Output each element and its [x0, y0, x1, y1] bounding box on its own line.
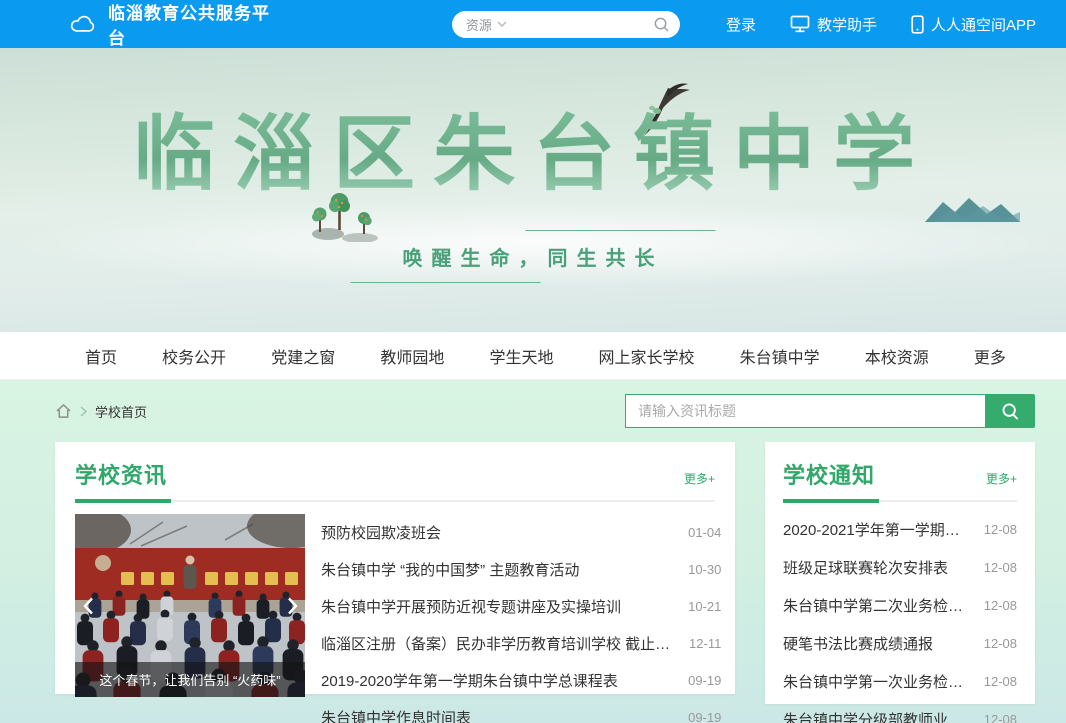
notices-list: 2020-2021学年第一学期足球 12-08 班级足球联赛轮次安排表 12-0…	[783, 502, 1017, 723]
cloud-icon	[68, 13, 98, 35]
main-navigation: 首页 校务公开 党建之窗 教师园地 学生天地 网上家长学校 朱台镇中学 本校资源…	[0, 332, 1066, 380]
home-icon[interactable]	[55, 403, 72, 419]
news-list-item[interactable]: 2019-2020学年第一学期朱台镇中学总课程表 09-19	[321, 662, 721, 699]
nav-item-zhutai-middle-school[interactable]: 朱台镇中学	[740, 344, 820, 368]
topbar-links: 登录 教学助手 人人通空间APP	[726, 14, 1036, 35]
news-item-title: 临淄区注册（备案）民办非学历教育培训学校 截止2019	[321, 633, 675, 654]
info-search-input[interactable]	[625, 394, 985, 428]
news-item-date: 09-19	[688, 673, 721, 688]
notice-list-item[interactable]: 班级足球联赛轮次安排表 12-08	[783, 548, 1017, 586]
notices-section-title: 学校通知	[783, 458, 875, 490]
news-more-link[interactable]: 更多+	[684, 470, 715, 490]
nav-item-school-resources[interactable]: 本校资源	[865, 344, 929, 368]
slogan-block: 唤醒生命，同生共长	[397, 230, 670, 283]
carousel-next-button[interactable]	[283, 592, 301, 620]
notices-more-link[interactable]: 更多+	[986, 470, 1017, 490]
news-item-date: 09-19	[688, 710, 721, 723]
smartphone-icon	[911, 15, 924, 34]
notice-item-date: 12-08	[984, 712, 1017, 723]
news-section-title: 学校资讯	[75, 458, 167, 490]
notice-item-title: 朱台镇中学第一次业务检查的	[783, 671, 970, 692]
news-carousel[interactable]: 这个春节，让我们告别 “火药味”	[75, 514, 305, 697]
page: 临淄教育公共服务平台 资源 登录 教学助手	[0, 0, 1066, 723]
top-search-box[interactable]: 资源	[452, 11, 680, 38]
breadcrumb: 学校首页	[55, 402, 147, 421]
school-news-section: 学校资讯 更多+	[55, 442, 735, 694]
notice-item-title: 朱台镇中学第二次业务检查的	[783, 595, 970, 616]
teaching-assistant-label: 教学助手	[817, 14, 877, 35]
app-label: 人人通空间APP	[931, 14, 1036, 35]
news-item-title: 朱台镇中学开展预防近视专题讲座及实操培训	[321, 596, 621, 617]
notice-item-title: 朱台镇中学分级部教师业务展	[783, 709, 970, 723]
news-item-date: 12-11	[689, 636, 721, 651]
content-area: 学校首页 学校资讯 更多+	[0, 380, 1066, 723]
notice-item-date: 12-08	[984, 522, 1017, 537]
breadcrumb-chevron-icon	[80, 406, 87, 417]
search-category-label: 资源	[466, 15, 492, 34]
notice-item-title: 2020-2021学年第一学期足球	[783, 519, 970, 540]
news-list-item[interactable]: 朱台镇中学 “我的中国梦” 主题教育活动 10-30	[321, 551, 721, 588]
news-item-date: 01-04	[688, 525, 721, 540]
breadcrumb-current: 学校首页	[95, 402, 147, 421]
carousel-prev-button[interactable]	[79, 592, 97, 620]
chevron-down-icon	[497, 21, 507, 27]
nav-item-party-building[interactable]: 党建之窗	[271, 344, 335, 368]
news-item-title: 预防校园欺凌班会	[321, 522, 441, 543]
news-list: 预防校园欺凌班会 01-04 朱台镇中学 “我的中国梦” 主题教育活动 10-3…	[321, 514, 721, 723]
news-item-date: 10-21	[688, 599, 721, 614]
news-list-item[interactable]: 朱台镇中学开展预防近视专题讲座及实操培训 10-21	[321, 588, 721, 625]
info-search-bar	[625, 394, 1035, 428]
news-item-date: 10-30	[688, 562, 721, 577]
notice-item-date: 12-08	[984, 674, 1017, 689]
search-icon[interactable]	[653, 16, 670, 33]
notice-list-item[interactable]: 硬笔书法比赛成绩通报 12-08	[783, 624, 1017, 662]
app-link[interactable]: 人人通空间APP	[911, 14, 1036, 35]
monitor-icon	[790, 15, 810, 33]
notice-list-item[interactable]: 朱台镇中学分级部教师业务展 12-08	[783, 700, 1017, 723]
notice-list-item[interactable]: 朱台镇中学第一次业务检查的 12-08	[783, 662, 1017, 700]
search-category-select[interactable]: 资源	[466, 15, 507, 34]
news-list-item[interactable]: 朱台镇中学作息时间表 09-19	[321, 699, 721, 723]
nav-item-online-parent-school[interactable]: 网上家长学校	[599, 344, 695, 368]
login-label: 登录	[726, 14, 756, 35]
nav-item-school-affairs[interactable]: 校务公开	[162, 344, 226, 368]
school-banner: 临淄区朱台镇中学 唤醒生命，同生共长	[0, 48, 1066, 332]
nav-item-more[interactable]: 更多	[974, 344, 1006, 368]
news-item-title: 朱台镇中学作息时间表	[321, 707, 471, 723]
carousel-caption: 这个春节，让我们告别 “火药味”	[75, 662, 305, 697]
notice-list-item[interactable]: 2020-2021学年第一学期足球 12-08	[783, 510, 1017, 548]
teaching-assistant-link[interactable]: 教学助手	[790, 14, 877, 35]
notice-list-item[interactable]: 朱台镇中学第二次业务检查的 12-08	[783, 586, 1017, 624]
notice-item-title: 班级足球联赛轮次安排表	[783, 557, 948, 578]
login-link[interactable]: 登录	[726, 14, 756, 35]
news-list-item[interactable]: 预防校园欺凌班会 01-04	[321, 514, 721, 551]
nav-item-student-world[interactable]: 学生天地	[489, 344, 553, 368]
school-name-title: 临淄区朱台镇中学	[0, 106, 1066, 204]
platform-name: 临淄教育公共服务平台	[108, 0, 274, 49]
slogan-text: 唤醒生命，同生共长	[397, 230, 670, 283]
nav-item-home[interactable]: 首页	[85, 344, 117, 368]
info-search-button[interactable]	[985, 394, 1035, 428]
topbar: 临淄教育公共服务平台 资源 登录 教学助手	[0, 0, 1066, 48]
notice-item-date: 12-08	[984, 598, 1017, 613]
platform-logo[interactable]: 临淄教育公共服务平台	[68, 0, 274, 49]
nav-item-teacher-garden[interactable]: 教师园地	[380, 344, 444, 368]
news-item-title: 2019-2020学年第一学期朱台镇中学总课程表	[321, 670, 618, 691]
news-item-title: 朱台镇中学 “我的中国梦” 主题教育活动	[321, 559, 579, 580]
notice-item-date: 12-08	[984, 636, 1017, 651]
notice-item-date: 12-08	[984, 560, 1017, 575]
news-list-item[interactable]: 临淄区注册（备案）民办非学历教育培训学校 截止2019 12-11	[321, 625, 721, 662]
school-notices-section: 学校通知 更多+ 2020-2021学年第一学期足球 12-08 班级足球联赛轮…	[765, 442, 1035, 704]
notice-item-title: 硬笔书法比赛成绩通报	[783, 633, 933, 654]
